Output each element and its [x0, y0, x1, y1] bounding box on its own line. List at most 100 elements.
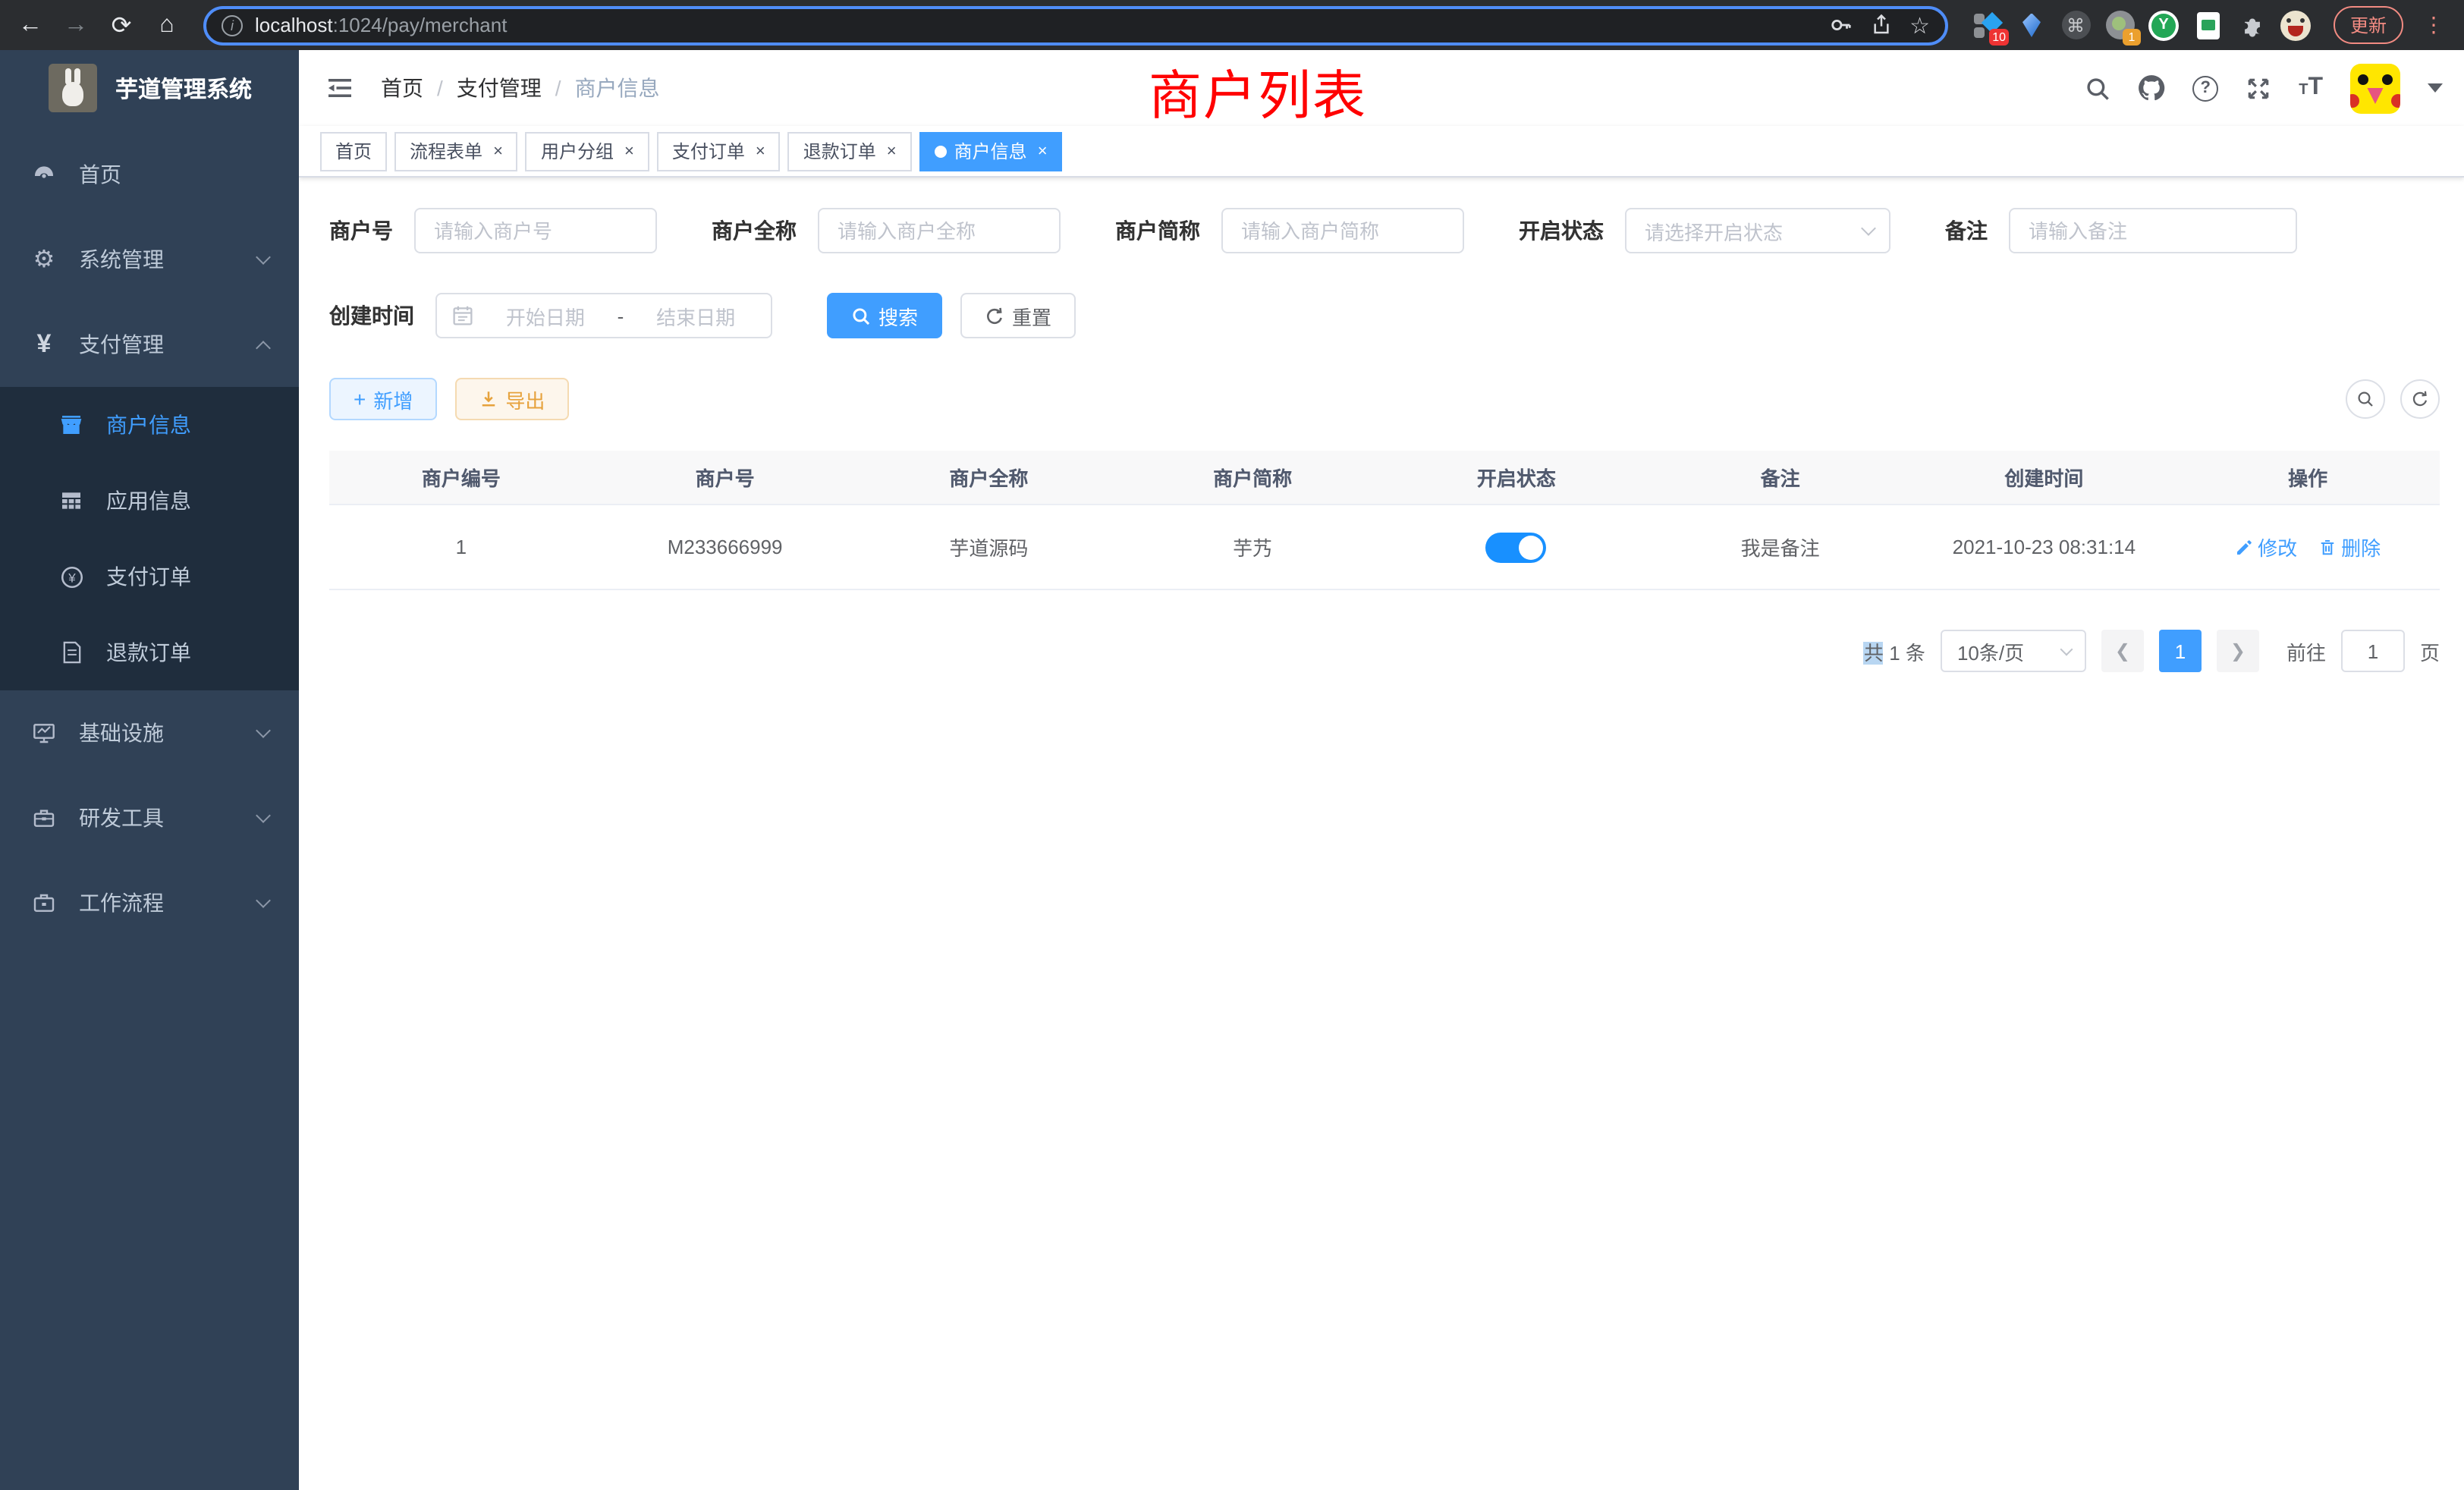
reset-button[interactable]: 重置 [960, 293, 1076, 338]
bookmark-star-icon[interactable]: ☆ [1909, 11, 1930, 39]
tab-close-icon[interactable]: × [756, 142, 765, 160]
next-page-button[interactable]: ❯ [2217, 630, 2259, 672]
toolbox-icon [30, 806, 58, 830]
page-size-select[interactable]: 10条/页 [1941, 630, 2086, 672]
toggle-search-button[interactable] [2346, 379, 2385, 419]
cell-merchant-name: 芋道源码 [857, 533, 1121, 561]
svg-text:¥: ¥ [67, 570, 75, 584]
select-chevron-icon [2060, 643, 2073, 655]
sidebar-item-pay-order[interactable]: ¥ 支付订单 [0, 539, 299, 615]
grid-icon [58, 489, 85, 513]
extension-y-icon[interactable]: Y [2148, 10, 2179, 40]
extension-kite-icon[interactable] [2016, 10, 2047, 40]
tab-close-icon[interactable]: × [624, 142, 634, 160]
share-icon[interactable] [1870, 14, 1891, 36]
back-icon[interactable]: ← [12, 7, 49, 43]
end-date-placeholder: 结束日期 [636, 301, 756, 330]
goto-page-input[interactable] [2341, 630, 2405, 672]
status-toggle[interactable] [1486, 532, 1547, 562]
font-size-icon[interactable]: TT [2299, 74, 2323, 102]
export-button[interactable]: 导出 [455, 378, 569, 420]
breadcrumb-pay[interactable]: 支付管理 [457, 73, 542, 103]
tab-close-icon[interactable]: × [887, 142, 897, 160]
search-icon[interactable] [2085, 75, 2110, 101]
page-number-1[interactable]: 1 [2159, 630, 2202, 672]
col-header-status: 开启状态 [1384, 463, 1648, 492]
tab-close-icon[interactable]: × [1038, 142, 1048, 160]
tab-pay-order[interactable]: 支付订单× [657, 131, 781, 171]
key-icon[interactable] [1829, 14, 1852, 36]
merchant-table: 商户编号 商户号 商户全称 商户简称 开启状态 备注 创建时间 操作 1 M23… [329, 451, 2440, 590]
sidebar-item-app-info[interactable]: 应用信息 [0, 463, 299, 539]
address-bar[interactable]: i localhost:1024/pay/merchant ☆ [203, 5, 1948, 45]
site-info-icon[interactable]: i [222, 14, 243, 36]
tab-refund-order[interactable]: 退款订单× [788, 131, 912, 171]
extension-command-icon[interactable]: ⌘ [2060, 10, 2091, 40]
extension-badge: 1 [2123, 28, 2141, 45]
tab-merchant-info[interactable]: 商户信息× [919, 131, 1063, 171]
sidebar-item-merchant-info[interactable]: 商户信息 [0, 387, 299, 463]
dashboard-icon [30, 162, 58, 187]
merchant-short-input[interactable] [1221, 208, 1464, 253]
extension-recorder-icon[interactable]: 1 [2104, 10, 2135, 40]
reload-icon[interactable]: ⟳ [103, 7, 140, 43]
tab-close-icon[interactable]: × [493, 142, 503, 160]
chevron-down-icon [256, 808, 271, 823]
forward-icon[interactable]: → [58, 7, 94, 43]
sidebar-item-devtools[interactable]: 研发工具 [0, 775, 299, 860]
sidebar-item-refund-order[interactable]: 退款订单 [0, 615, 299, 690]
tab-user-group[interactable]: 用户分组× [526, 131, 649, 171]
goto-suffix: 页 [2420, 637, 2440, 665]
remark-label: 备注 [1945, 215, 1988, 246]
store-icon [58, 413, 85, 437]
chevron-down-icon [256, 723, 271, 738]
edit-link[interactable]: 修改 [2235, 533, 2297, 561]
annotation-merchant-list: 商户列表 [1149, 53, 1367, 130]
col-header-merchant-no: 商户号 [593, 463, 857, 492]
merchant-no-input[interactable] [414, 208, 657, 253]
trash-icon [2318, 538, 2337, 556]
extension-tango-icon[interactable]: 10 [1972, 10, 2003, 40]
remark-input[interactable] [2009, 208, 2297, 253]
merchant-name-input[interactable] [818, 208, 1061, 253]
breadcrumb-current: 商户信息 [575, 73, 660, 103]
sidebar-item-home[interactable]: 首页 [0, 132, 299, 217]
sidebar-item-system[interactable]: ⚙ 系统管理 [0, 217, 299, 302]
app-header: 首页 / 支付管理 / 商户信息 商户列表 ? [299, 50, 2464, 126]
create-time-range-picker[interactable]: 开始日期 - 结束日期 [435, 293, 772, 338]
tab-process-form[interactable]: 流程表单× [394, 131, 518, 171]
sidebar: 芋道管理系统 首页 ⚙ 系统管理 ¥ 支付管理 [0, 50, 299, 1490]
delete-link[interactable]: 删除 [2318, 533, 2381, 561]
extension-hangouts-icon[interactable] [2192, 10, 2223, 40]
sidebar-item-workflow[interactable]: 工作流程 [0, 860, 299, 945]
download-icon [479, 390, 498, 408]
refresh-table-button[interactable] [2400, 379, 2440, 419]
prev-page-button[interactable]: ❮ [2101, 630, 2144, 672]
extensions-puzzle-icon[interactable] [2236, 10, 2267, 40]
sidebar-item-infra[interactable]: 基础设施 [0, 690, 299, 775]
status-select[interactable]: 请选择开启状态 [1625, 208, 1890, 253]
gear-icon: ⚙ [30, 244, 58, 275]
extension-badge: 10 [1989, 28, 2009, 45]
home-icon[interactable]: ⌂ [149, 7, 185, 43]
refresh-icon [2411, 390, 2429, 408]
help-icon[interactable]: ? [2192, 75, 2218, 101]
fullscreen-icon[interactable] [2246, 75, 2271, 101]
breadcrumb-home[interactable]: 首页 [381, 73, 423, 103]
add-button[interactable]: + 新增 [329, 378, 437, 420]
chevron-down-icon [256, 250, 271, 265]
tab-home[interactable]: 首页 [320, 131, 387, 171]
github-icon[interactable] [2138, 74, 2165, 102]
logo-avatar [49, 64, 97, 112]
collapse-sidebar-icon[interactable] [326, 76, 354, 100]
extension-area: 10 ⌘ 1 Y 更新 ⋮ [1972, 6, 2450, 44]
filter-row-2: 创建时间 开始日期 - 结束日期 搜索 重置 [329, 293, 2440, 338]
avatar-caret-icon[interactable] [2428, 83, 2443, 93]
search-button[interactable]: 搜索 [827, 293, 942, 338]
browser-menu-icon[interactable]: ⋮ [2417, 12, 2450, 38]
app-logo[interactable]: 芋道管理系统 [0, 50, 299, 126]
update-button[interactable]: 更新 [2334, 6, 2403, 44]
sidebar-item-pay[interactable]: ¥ 支付管理 [0, 302, 299, 387]
user-avatar[interactable] [2350, 63, 2400, 113]
browser-profile-avatar[interactable] [2280, 10, 2311, 40]
